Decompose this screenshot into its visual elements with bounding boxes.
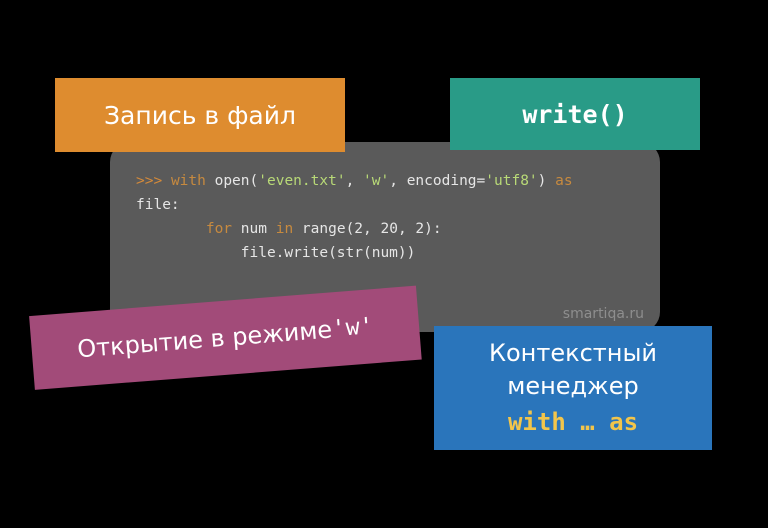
kw-with: with: [171, 173, 206, 189]
kw-in: in: [276, 221, 293, 237]
card-write-to-file: Запись в файл: [55, 78, 345, 152]
card-context-manager: Контекстный менеджер with … as: [434, 326, 712, 450]
card-write-fn: write(): [450, 78, 700, 150]
kw-as: as: [555, 173, 572, 189]
card-open-mode-value: 'w': [331, 313, 374, 342]
kw-for: for: [206, 221, 232, 237]
card-write-fn-label: write(): [522, 100, 627, 129]
card-open-mode: Открытие в режиме 'w': [29, 286, 422, 390]
site-watermark: smartiqa.ru: [563, 306, 644, 322]
card-with-as-label: with … as: [508, 406, 638, 438]
card-context-line2: менеджер: [507, 372, 639, 400]
card-open-mode-prefix: Открытие в режиме: [76, 315, 333, 363]
card-context-line1: Контекстный: [489, 339, 657, 367]
fn-range: range: [302, 221, 346, 237]
code-prompt: >>>: [136, 173, 162, 189]
str-mode: 'w': [363, 173, 389, 189]
code-content: >>> with open('even.txt', 'w', encoding=…: [136, 170, 634, 266]
card-write-to-file-label: Запись в файл: [104, 101, 296, 130]
str-encoding: 'utf8': [485, 173, 537, 189]
var-file: file: [136, 197, 171, 213]
fn-open: open: [215, 173, 250, 189]
loop-body: file.write(str(num)): [241, 245, 416, 261]
str-filename: 'even.txt': [258, 173, 345, 189]
